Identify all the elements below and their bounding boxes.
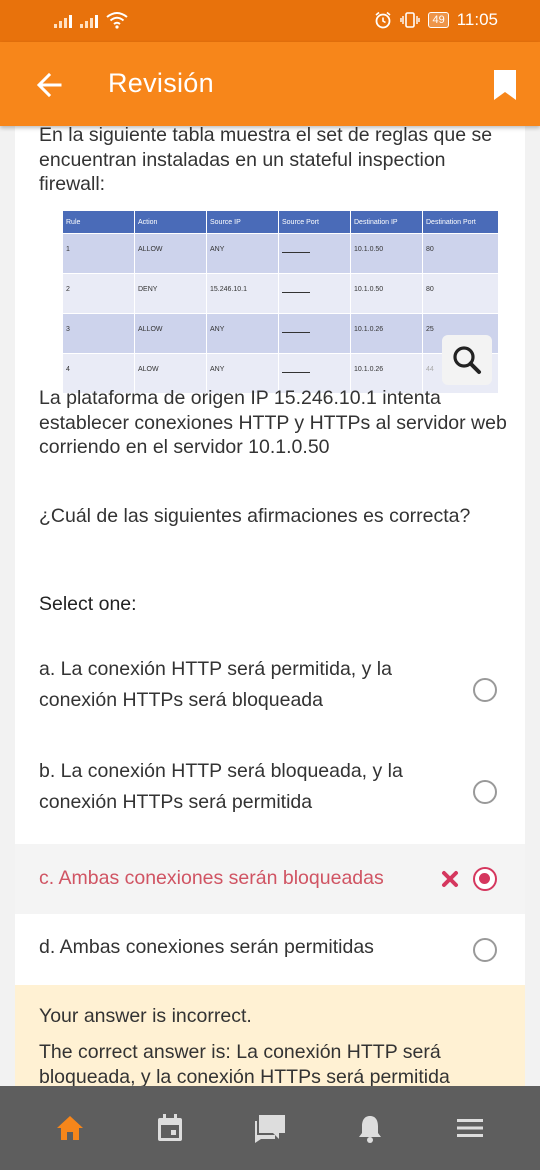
- nav-forum[interactable]: [250, 1108, 290, 1148]
- bottom-navigation: [0, 1086, 540, 1170]
- bookmark-icon[interactable]: [490, 68, 520, 102]
- x-icon: [442, 871, 458, 887]
- empty-line: [282, 372, 310, 373]
- radio-button-checked[interactable]: [473, 867, 497, 891]
- table-row: 3 ALLOW ANY 10.1.0.26 25: [62, 313, 499, 354]
- table-cell: DENY: [134, 273, 207, 314]
- table-header: Source IP: [206, 210, 279, 234]
- table-cell: 10.1.0.50: [350, 233, 423, 274]
- alarm-icon: [375, 11, 391, 29]
- wifi-icon: [106, 12, 128, 29]
- table-cell: 10.1.0.26: [350, 313, 423, 354]
- table-cell: ALLOW: [134, 233, 207, 274]
- zoom-button[interactable]: [442, 335, 492, 385]
- table-cell: 15.246.10.1: [206, 273, 279, 314]
- battery-level: 49: [432, 14, 445, 26]
- bell-icon: [359, 1116, 381, 1143]
- nav-calendar[interactable]: [150, 1108, 190, 1148]
- option-label: c. Ambas conexiones serán bloqueadas: [39, 867, 384, 889]
- page-title: Revisión: [108, 68, 214, 98]
- vibrate-icon: [400, 12, 421, 28]
- table-cell: [278, 273, 351, 314]
- radio-button[interactable]: [473, 938, 497, 962]
- answer-option-d[interactable]: d. Ambas conexiones serán permitidas: [15, 918, 525, 978]
- rules-table: Rule Action Source IP Source Port Destin…: [62, 210, 499, 394]
- table-header: Destination IP: [350, 210, 423, 234]
- search-icon: [453, 346, 481, 374]
- empty-line: [282, 292, 310, 293]
- table-header: Rule: [62, 210, 135, 234]
- answer-option-c[interactable]: c. Ambas conexiones serán bloqueadas: [15, 844, 525, 914]
- rules-table-image: Rule Action Source IP Source Port Destin…: [62, 210, 499, 396]
- calendar-icon: [158, 1114, 182, 1141]
- signal-icon: [80, 12, 98, 28]
- answer-option-a[interactable]: a. La conexión HTTP será permitida, y la…: [15, 650, 525, 722]
- nav-menu[interactable]: [450, 1108, 490, 1148]
- nav-notifications[interactable]: [350, 1108, 390, 1148]
- table-header: Source Port: [278, 210, 351, 234]
- table-header: Action: [134, 210, 207, 234]
- nav-home[interactable]: [50, 1108, 90, 1148]
- feedback-result: Your answer is incorrect.: [39, 1005, 252, 1027]
- table-cell: ALLOW: [134, 313, 207, 354]
- option-label: b. La conexión HTTP será bloqueada, y la…: [39, 760, 403, 813]
- question-card: En la siguiente tabla muestra el set de …: [15, 110, 525, 1100]
- table-cell: 10.1.0.50: [350, 273, 423, 314]
- question-intro: En la siguiente tabla muestra el set de …: [39, 124, 493, 195]
- answer-option-b[interactable]: b. La conexión HTTP será bloqueada, y la…: [15, 752, 525, 824]
- table-cell: 1: [62, 233, 135, 274]
- question-scenario: La plataforma de origen IP 15.246.10.1 i…: [39, 387, 507, 458]
- table-cell: [278, 233, 351, 274]
- app-bar: Revisión: [0, 42, 540, 126]
- table-cell: ANY: [206, 233, 279, 274]
- signal-icon: [54, 12, 72, 28]
- table-cell: 80: [422, 233, 499, 274]
- option-label: a. La conexión HTTP será permitida, y la…: [39, 658, 392, 711]
- select-one-label: Select one:: [39, 593, 137, 615]
- table-cell: [278, 313, 351, 354]
- status-bar: 49 11:05: [0, 0, 540, 42]
- battery-icon: 49: [428, 12, 449, 28]
- menu-icon: [457, 1119, 483, 1137]
- home-icon: [57, 1116, 83, 1140]
- table-cell: ANY: [206, 313, 279, 354]
- feedback-panel: Your answer is incorrect. The correct an…: [15, 985, 525, 1100]
- table-row: 2 DENY 15.246.10.1 10.1.0.50 80: [62, 273, 499, 314]
- feedback-correct-answer: The correct answer is: La conexión HTTP …: [39, 1041, 450, 1088]
- radio-button[interactable]: [473, 678, 497, 702]
- table-header-row: Rule Action Source IP Source Port Destin…: [62, 210, 499, 234]
- clock: 11:05: [456, 10, 498, 29]
- radio-button[interactable]: [473, 780, 497, 804]
- table-cell: 3: [62, 313, 135, 354]
- table-row: 1 ALLOW ANY 10.1.0.50 80: [62, 233, 499, 274]
- forum-icon: [255, 1115, 285, 1143]
- table-cell: 80: [422, 273, 499, 314]
- empty-line: [282, 332, 310, 333]
- table-cell: 2: [62, 273, 135, 314]
- arrow-left-icon[interactable]: [32, 68, 66, 102]
- table-header: Destination Port: [422, 210, 499, 234]
- question-prompt: ¿Cuál de las siguientes afirmaciones es …: [39, 505, 471, 527]
- option-label: d. Ambas conexiones serán permitidas: [39, 936, 374, 958]
- empty-line: [282, 252, 310, 253]
